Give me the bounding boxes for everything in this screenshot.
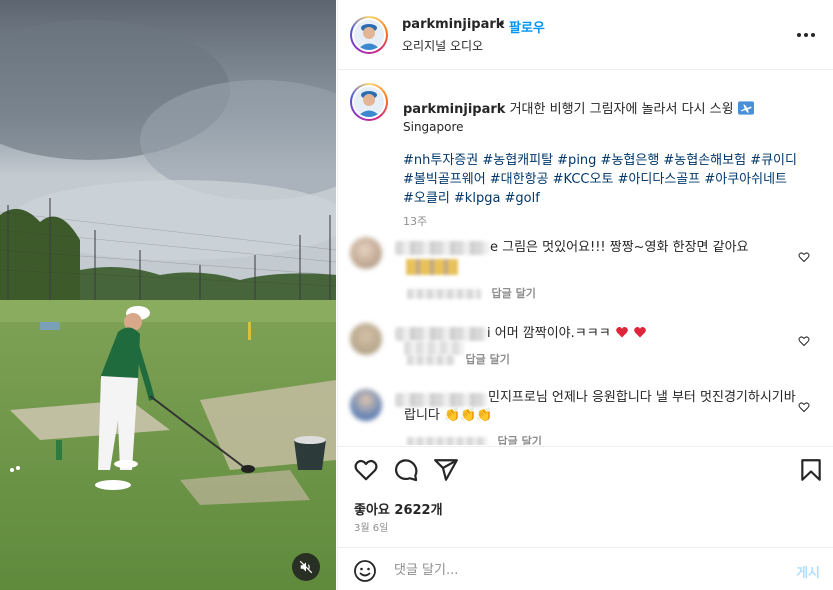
commenter-avatar[interactable] [350, 323, 382, 355]
caption-avatar[interactable] [350, 83, 388, 121]
audio-label[interactable]: 오리지널 오디오 [402, 37, 483, 54]
comment-like-icon[interactable] [798, 335, 810, 347]
caption-username[interactable]: parkminjipark [403, 102, 505, 117]
comments-scroll-area[interactable]: parkminjipark 거대한 비행기 그림자에 놀라서 다시 스윙 Sin… [338, 71, 833, 445]
author-username[interactable]: parkminjipark [402, 17, 504, 32]
like-icon[interactable] [353, 457, 379, 483]
blurred-meta [407, 289, 481, 299]
comment-text: i 어머 깜짝이야.ㅋㅋㅋ [487, 325, 727, 343]
commenter-name-blurred[interactable] [395, 241, 489, 255]
commenter-avatar[interactable] [350, 237, 382, 269]
airplane-icon [737, 101, 754, 115]
more-icon [797, 33, 815, 37]
caption-time[interactable]: 13주 [403, 213, 427, 229]
reply-button[interactable]: 답글 달기 [498, 435, 542, 445]
post-comment-button[interactable]: 게시 [796, 562, 820, 581]
comment-meta: 답글 달기 [407, 351, 510, 367]
avatar-image [354, 20, 384, 50]
emoji-icon[interactable] [353, 559, 377, 583]
caption-text-line: parkminjipark 거대한 비행기 그림자에 놀라서 다시 스윙 [403, 101, 803, 119]
mute-toggle-button[interactable] [292, 553, 320, 581]
blurred-meta [407, 437, 487, 445]
commenter-avatar[interactable] [350, 389, 382, 421]
comment-meta: 답글 달기 [407, 285, 536, 301]
video-frame [0, 0, 336, 590]
comment-input[interactable] [394, 558, 774, 582]
separator-dot: • [498, 17, 506, 32]
author-avatar[interactable] [350, 16, 388, 54]
hashtags[interactable]: #nh투자증권 #농협캐피탈 #ping #농협은행 #농협손해보험 #큐이디 … [403, 151, 798, 208]
reply-button[interactable]: 답글 달기 [466, 353, 510, 366]
commenter-name-blurred[interactable] [395, 327, 487, 341]
red-heart-icon [615, 327, 628, 338]
save-icon[interactable] [798, 457, 824, 483]
comment-composer: 게시 [338, 547, 833, 590]
follow-button[interactable]: 팔로우 [509, 17, 545, 36]
comment-icon[interactable] [393, 457, 419, 483]
blurred-emoji [406, 259, 458, 275]
reply-button[interactable]: 답글 달기 [492, 287, 536, 300]
comment-like-icon[interactable] [798, 401, 810, 413]
post-date[interactable]: 3월 6일 [354, 519, 388, 534]
blurred-meta [407, 355, 455, 365]
post-header: parkminjipark • 팔로우 오리지널 오디오 [338, 0, 833, 70]
post-video[interactable] [0, 0, 336, 590]
comment-text: 민지프로님 언제나 응원합니다 낼 부터 멋진경기하시기바랍니다 👏👏👏 [404, 390, 796, 423]
comment-text: e 그림은 멋있어요!!! 짱짱~영화 한장면 같아요 [490, 240, 749, 255]
clapping-hands-icon: 👏👏👏 [444, 408, 493, 423]
more-options-button[interactable] [794, 23, 818, 47]
like-count[interactable]: 좋아요 2622개 [354, 499, 443, 518]
avatar-image [354, 87, 384, 117]
speaker-muted-icon [299, 560, 313, 574]
action-bar: 좋아요 2622개 3월 6일 [338, 446, 833, 546]
share-icon[interactable] [433, 457, 459, 483]
location-label[interactable]: Singapore [403, 120, 464, 134]
comment-meta: 답글 달기 [407, 433, 542, 445]
comment-like-icon[interactable] [798, 251, 810, 263]
caption-text: 거대한 비행기 그림자에 놀라서 다시 스윙 [509, 102, 734, 117]
red-heart-icon [634, 327, 646, 338]
post-detail-panel: parkminjipark • 팔로우 오리지널 오디오 parkminjipa… [337, 0, 833, 590]
